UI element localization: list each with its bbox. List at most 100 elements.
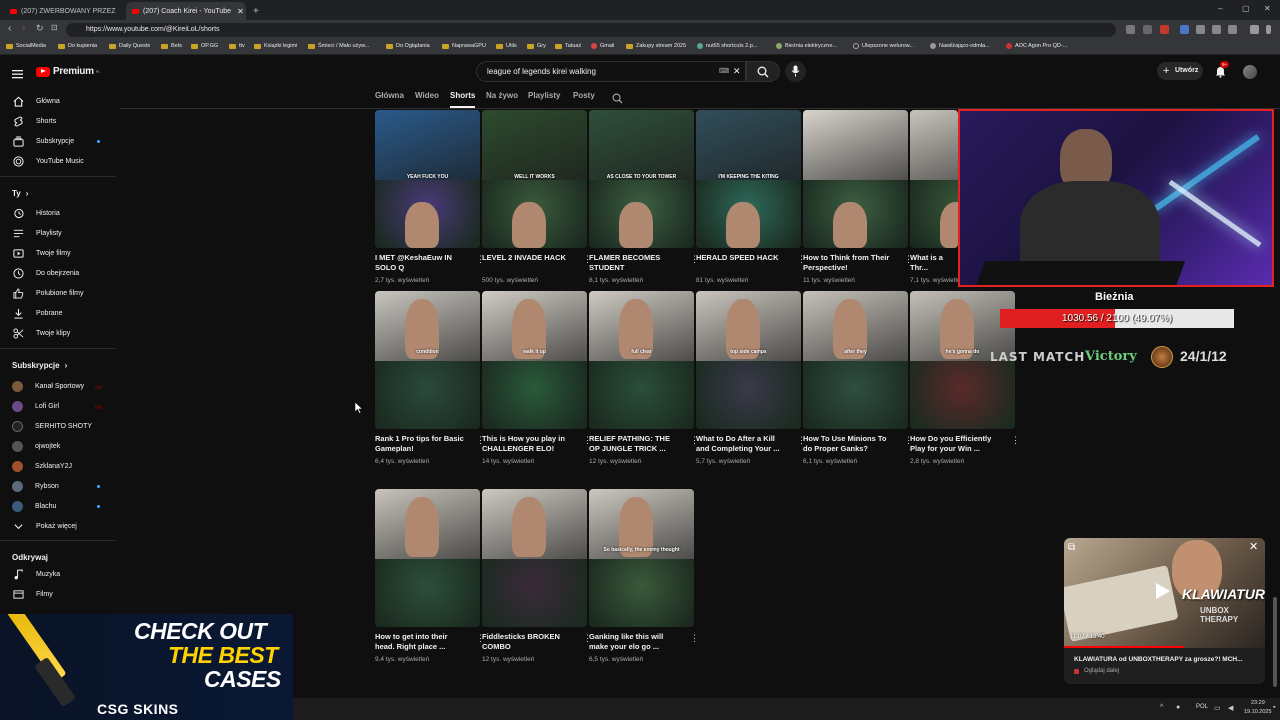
clear-search-icon[interactable]: ✕ xyxy=(733,62,741,81)
hamburger-menu-icon[interactable] xyxy=(12,66,23,84)
short-title[interactable]: What to Do After a Kill and Completing Y… xyxy=(696,434,788,455)
puzzle-icon[interactable] xyxy=(1212,25,1221,34)
csgo-skins-ad[interactable]: CHECK OUT THE BEST CASES CSG SKINS xyxy=(0,614,293,720)
tab-shorts[interactable]: Shorts xyxy=(450,91,475,100)
short-thumbnail[interactable] xyxy=(482,489,587,627)
short-title[interactable]: How to get into their head. Right place … xyxy=(375,632,467,653)
short-title[interactable]: How To Use Minions To do Proper Ganks? xyxy=(803,434,895,455)
expand-miniplayer-icon[interactable]: ⧉ xyxy=(1068,542,1075,553)
account-avatar[interactable] xyxy=(1243,65,1257,79)
short-thumbnail[interactable]: YEAH FUCK YOU xyxy=(375,110,480,248)
reload-icon[interactable]: ↻ xyxy=(36,23,44,34)
sidebar-item-playlists[interactable]: Playlisty xyxy=(0,223,116,243)
short-thumbnail[interactable] xyxy=(910,110,958,248)
clock-time[interactable]: 23:29 xyxy=(1251,700,1265,706)
browser-tab[interactable]: (207) ZWERBOWANY PRZEZ XAYOO... xyxy=(4,2,122,20)
miniplayer-video[interactable]: KLAWIATURA UNBOX THERAPY 11:07 / 13:40 ⧉… xyxy=(1064,538,1265,648)
bookmark-item[interactable]: Śmieci / Mało używ... xyxy=(308,43,369,49)
bookmark-item[interactable]: SocialMedia xyxy=(6,43,46,49)
bookmark-item[interactable]: Tatuaż xyxy=(555,43,581,49)
close-window-icon[interactable]: ✕ xyxy=(1264,4,1271,13)
page-scrollbar[interactable] xyxy=(1273,597,1277,687)
sidebar-sub-channel[interactable]: Rybson xyxy=(0,476,116,496)
short-title[interactable]: HERALD SPEED HACK xyxy=(696,253,788,274)
bookmark-item[interactable]: Nawilżająco-odmła... xyxy=(930,43,990,49)
sidebar-sub-channel[interactable]: SzklanaY2J xyxy=(0,456,116,476)
short-thumbnail[interactable]: AS CLOSE TO YOUR TOWER xyxy=(589,110,694,248)
sidebar-item-shorts[interactable]: Shorts xyxy=(0,111,116,131)
more-options-icon[interactable]: ⋮ xyxy=(690,634,699,643)
extension-icon[interactable] xyxy=(1196,25,1205,34)
notifications-tray-icon[interactable]: ▪ xyxy=(1273,704,1275,711)
sidebar-sub-channel[interactable]: Kanał Sportowy ((•)) xyxy=(0,376,116,396)
bookmark-item[interactable]: Książki legimi xyxy=(254,43,297,49)
short-thumbnail[interactable] xyxy=(803,110,908,248)
clock-date[interactable]: 19.10.2025 xyxy=(1244,709,1272,715)
bookmark-item[interactable]: nut65 shortcuts 2.p... xyxy=(697,43,757,49)
sidebar-item-liked[interactable]: Polubione filmy xyxy=(0,283,116,303)
play-icon[interactable] xyxy=(1156,583,1170,599)
media-icon[interactable] xyxy=(1250,25,1259,34)
show-more-button[interactable]: Pokaż więcej xyxy=(0,516,116,536)
close-miniplayer-icon[interactable]: ✕ xyxy=(1249,540,1258,553)
sidebar-item-music[interactable]: Muzyka xyxy=(0,564,116,584)
short-title[interactable]: FLAMER BECOMES STUDENT xyxy=(589,253,681,274)
short-title[interactable]: Fiddlesticks BROKEN COMBO xyxy=(482,632,574,653)
short-thumbnail[interactable]: So basically, the enemy thought xyxy=(589,489,694,627)
bookmark-item[interactable]: Bets xyxy=(161,43,182,49)
search-input[interactable]: league of legends kirei walking ⌨ ✕ xyxy=(476,61,746,82)
search-button[interactable] xyxy=(746,61,780,82)
url-bar[interactable]: https://www.youtube.com/@KireiLoL/shorts xyxy=(66,23,1116,37)
miniplayer[interactable]: KLAWIATURA UNBOX THERAPY 11:07 / 13:40 ⧉… xyxy=(1064,538,1265,684)
keyboard-language[interactable]: POL xyxy=(1196,704,1208,710)
notifications-bell-icon[interactable]: 9+ xyxy=(1215,61,1230,83)
extension-icon[interactable] xyxy=(1160,25,1169,34)
bookmark-item[interactable]: OP.GG xyxy=(191,43,218,49)
sidebar-item-clips[interactable]: Twoje klipy xyxy=(0,323,116,343)
bookmark-item[interactable]: Daily Quests xyxy=(109,43,150,49)
sidebar-item-your-videos[interactable]: Twoje filmy xyxy=(0,243,116,263)
sidebar-sub-channel[interactable]: Blachu xyxy=(0,496,116,516)
short-title[interactable]: How Do you Efficiently Play for your Win… xyxy=(910,434,1002,455)
keyboard-icon[interactable]: ⌨ xyxy=(719,62,729,81)
back-icon[interactable]: ‹ xyxy=(8,23,11,34)
short-title[interactable]: This is How you play in CHALLENGER ELO! xyxy=(482,434,574,455)
voice-search-button[interactable] xyxy=(785,61,806,82)
bookmark-item[interactable]: Utils xyxy=(496,43,517,49)
short-thumbnail[interactable]: after they xyxy=(803,291,908,429)
close-tab-icon[interactable]: ✕ xyxy=(231,7,244,16)
sidebar-item-films[interactable]: Filmy xyxy=(0,584,116,604)
sidebar-sub-channel[interactable]: ojwojtek xyxy=(0,436,116,456)
short-title[interactable]: I MET @KeshaEuw IN SOLO Q xyxy=(375,253,467,274)
sidebar-item-history[interactable]: Historia xyxy=(0,203,116,223)
short-title[interactable]: LEVEL 2 INVADE HACK xyxy=(482,253,574,274)
tab-posts[interactable]: Posty xyxy=(573,91,595,100)
bookmark-item[interactable]: Do Oglądania xyxy=(386,43,430,49)
sidebar-sub-channel[interactable]: Lofi Girl ((•)) xyxy=(0,396,116,416)
sidepanel-icon[interactable] xyxy=(1228,25,1237,34)
sidebar-item-home[interactable]: Główna xyxy=(0,91,116,111)
bookmark-item[interactable]: Gmail xyxy=(591,43,614,49)
more-options-icon[interactable]: ⋮ xyxy=(1011,436,1020,445)
network-icon[interactable]: ▭ xyxy=(1214,704,1221,712)
minimize-icon[interactable]: – xyxy=(1218,4,1222,13)
mic-tray-icon[interactable]: ● xyxy=(1176,704,1180,711)
create-button[interactable]: + Utwórz xyxy=(1157,62,1203,80)
bookmark-item[interactable]: AOC Agon Pro QD-... xyxy=(1006,43,1067,49)
browser-tab-active[interactable]: (207) Coach Kirei - YouTube ✕ xyxy=(126,2,246,20)
bookmark-item[interactable]: Do kupienia xyxy=(58,43,97,49)
sidebar-section-you[interactable]: Ty › xyxy=(12,189,28,198)
short-thumbnail[interactable]: condition xyxy=(375,291,480,429)
short-thumbnail[interactable]: WELL IT WORKS xyxy=(482,110,587,248)
sidebar-item-subscriptions[interactable]: Subskrypcje xyxy=(0,131,116,151)
short-title[interactable]: Ganking like this will make your elo go … xyxy=(589,632,681,653)
tab-live[interactable]: Na żywo xyxy=(486,91,518,100)
bookmark-item[interactable]: Bieżnia elektryczne... xyxy=(776,43,837,49)
channel-search-icon[interactable] xyxy=(612,91,623,109)
short-thumbnail[interactable] xyxy=(375,489,480,627)
sidebar-item-downloads[interactable]: Pobrane xyxy=(0,303,116,323)
short-thumbnail[interactable]: walk it up xyxy=(482,291,587,429)
short-thumbnail[interactable]: full clear xyxy=(589,291,694,429)
extension-icon[interactable] xyxy=(1143,25,1152,34)
bookmark-item[interactable]: Ulepszone welurow... xyxy=(853,43,914,49)
